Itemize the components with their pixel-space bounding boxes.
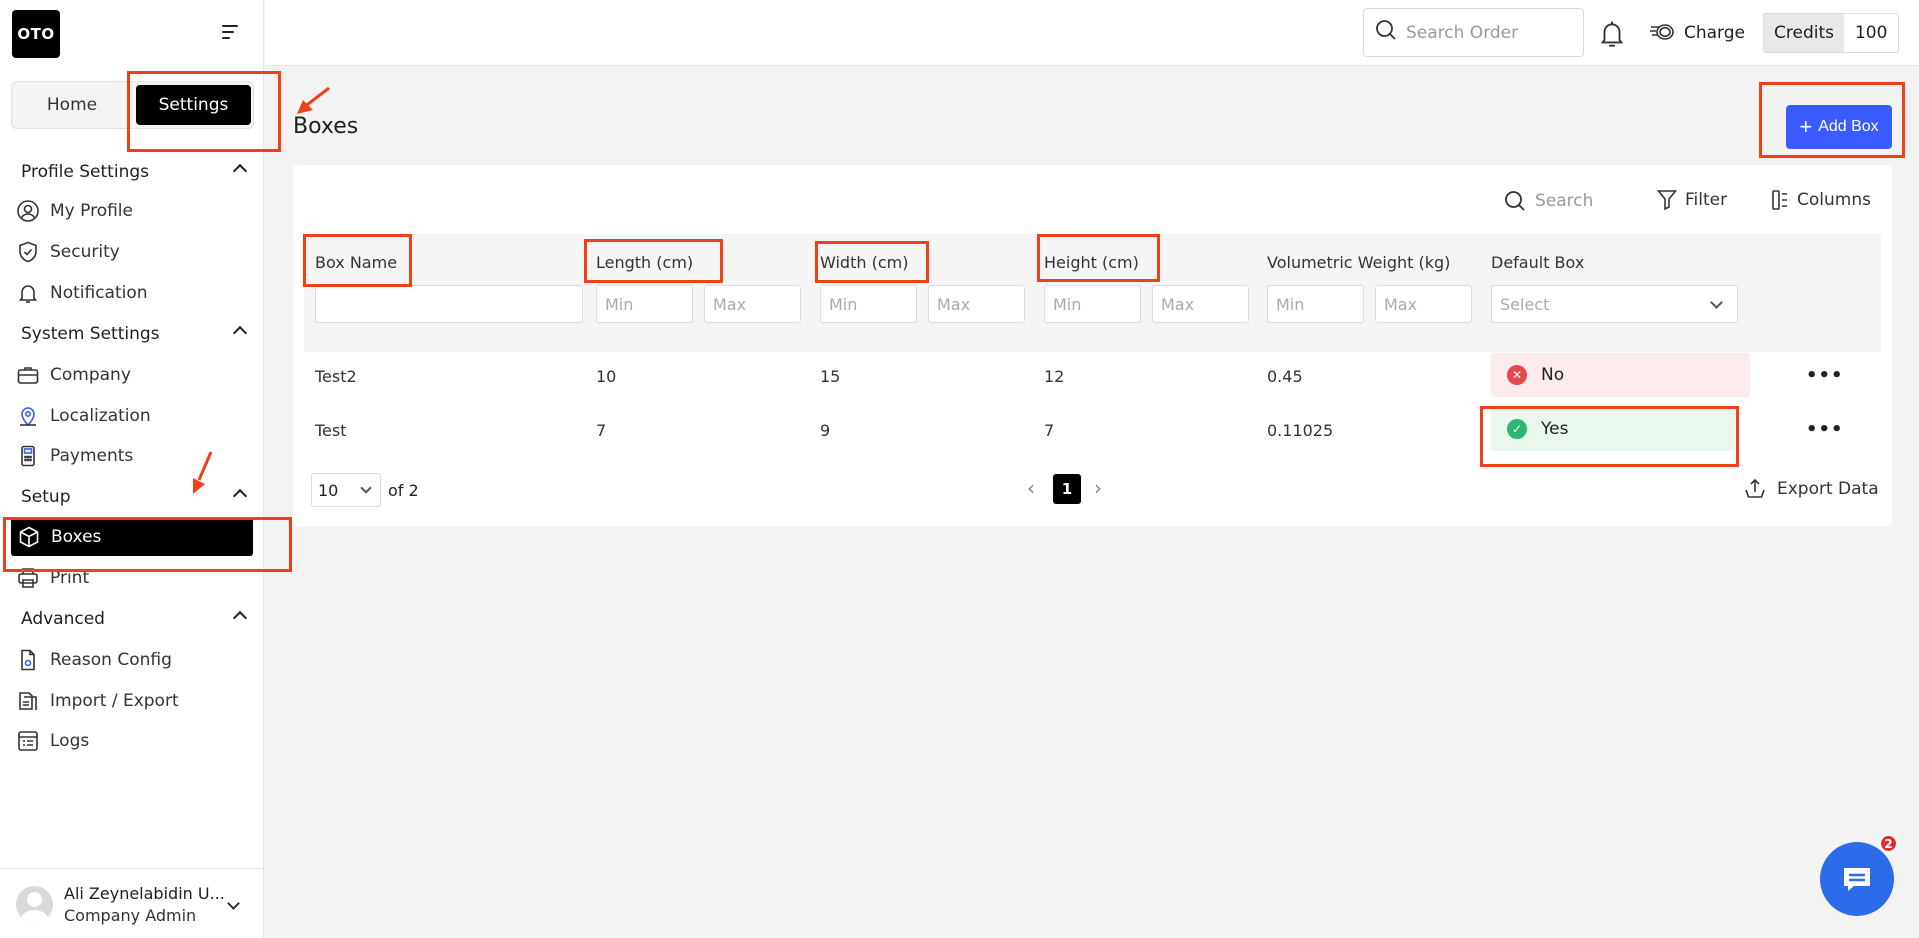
user-role: Company Admin [64,906,197,925]
home-tab[interactable]: Home [12,82,132,128]
columns-button[interactable]: Columns [1771,189,1871,211]
list-log-icon [16,729,40,753]
system-settings-heading[interactable]: System Settings [21,324,251,344]
prev-page-icon[interactable]: ‹ [1027,476,1035,500]
chevron-up-icon [232,610,248,626]
sidebar-item-payments[interactable]: Payments [10,437,254,475]
vol-weight-min-input[interactable] [1267,285,1364,323]
table-row[interactable]: Test2 10 15 12 0.45 ✕ No ••• [304,351,1881,405]
sidebar: OTO Home Settings Profile Settings My Pr… [0,0,264,938]
user-menu[interactable]: Ali Zeynelabidin U... Company Admin [0,868,264,938]
column-header-width[interactable]: Width (cm) [820,253,908,272]
avatar [16,886,53,923]
check-circle-icon: ✓ [1507,419,1527,439]
length-max-input[interactable] [704,285,801,323]
coins-icon [1648,18,1676,47]
table-search-button[interactable]: Search [1503,189,1593,213]
add-box-button[interactable]: + Add Box [1786,105,1892,149]
sidebar-item-notification[interactable]: Notification [10,274,254,312]
profile-settings-heading[interactable]: Profile Settings [21,162,251,182]
box-icon [17,525,41,549]
height-max-input[interactable] [1152,285,1249,323]
width-max-input[interactable] [928,285,1025,323]
sidebar-collapse-icon[interactable] [218,22,242,44]
sidebar-item-print[interactable]: Print [10,560,254,596]
plus-icon: + [1799,114,1813,139]
length-min-input[interactable] [596,285,693,323]
notification-bell-icon[interactable] [1598,18,1626,48]
default-status-badge: ✓ Yes [1491,407,1735,451]
table-row[interactable]: Test 7 9 7 0.11025 ✓ Yes ••• [304,405,1881,459]
search-order-box[interactable] [1363,8,1584,57]
filter-button[interactable]: Filter [1657,189,1727,211]
columns-icon [1771,189,1789,211]
advanced-heading[interactable]: Advanced [21,609,251,629]
setup-heading[interactable]: Setup [21,487,251,507]
sidebar-item-localization[interactable]: Localization [10,397,254,435]
search-icon [1374,18,1398,47]
column-header-default-box[interactable]: Default Box [1491,253,1584,272]
vol-weight-max-input[interactable] [1375,285,1472,323]
sidebar-item-my-profile[interactable]: My Profile [10,192,254,230]
chat-launcher-button[interactable] [1820,842,1894,916]
chevron-up-icon [232,325,248,341]
table-header: Box Name Length (cm) Width (cm) Height (… [304,234,1881,352]
box-name-filter-input[interactable] [315,285,583,323]
payment-terminal-icon [16,444,40,468]
next-page-icon[interactable]: › [1094,476,1102,500]
x-circle-icon: ✕ [1507,365,1527,385]
documents-swap-icon [16,689,40,713]
chevron-down-icon [1710,296,1723,309]
boxes-table-card: Search Filter Columns Box Name Length (c… [293,165,1892,526]
bell-icon [16,281,40,305]
credits-value: 100 [1843,14,1899,52]
default-box-select[interactable]: Select [1491,285,1738,323]
user-circle-icon [16,199,40,223]
row-actions-icon[interactable]: ••• [1806,419,1844,440]
credits-badge: Credits 100 [1763,13,1900,53]
chevron-down-icon [227,897,240,910]
search-icon [1503,189,1527,213]
user-name: Ali Zeynelabidin U... [64,884,225,903]
row-actions-icon[interactable]: ••• [1806,365,1844,386]
settings-tab[interactable]: Settings [136,85,251,125]
page-number-button[interactable]: 1 [1053,474,1081,504]
default-status-badge: ✕ No [1491,353,1750,397]
chevron-up-icon [232,488,248,504]
shield-check-icon [16,240,40,264]
chat-bubble-icon [1844,868,1870,891]
briefcase-icon [16,363,40,387]
pagination-size: 10 of 2 [311,473,419,507]
search-order-input[interactable] [1406,22,1576,43]
chevron-up-icon [232,163,248,179]
sidebar-item-company[interactable]: Company [10,356,254,394]
sidebar-item-logs[interactable]: Logs [10,722,254,760]
sidebar-item-reason-config[interactable]: Reason Config [10,641,254,679]
chevron-down-icon [360,482,372,494]
page-size-select[interactable]: 10 [311,473,381,507]
column-header-height[interactable]: Height (cm) [1044,253,1139,272]
column-header-volumetric-weight[interactable]: Volumetric Weight (kg) [1267,253,1450,272]
page-title: Boxes [293,114,359,139]
page-total: of 2 [388,480,419,500]
map-pin-icon [16,404,40,428]
sidebar-item-boxes[interactable]: Boxes [11,518,253,556]
sidebar-item-security[interactable]: Security [10,233,254,271]
sidebar-item-import-export[interactable]: Import / Export [10,682,254,720]
export-data-button[interactable]: Export Data [1743,477,1879,501]
width-min-input[interactable] [820,285,917,323]
export-tray-icon [1743,477,1767,501]
document-gear-icon [16,648,40,672]
oto-logo[interactable]: OTO [12,10,60,58]
charge-button[interactable]: Charge [1648,18,1745,47]
filter-icon [1657,189,1677,211]
home-settings-switch: Home Settings [11,81,254,129]
printer-icon [16,566,40,590]
column-header-length[interactable]: Length (cm) [596,253,693,272]
column-header-box-name[interactable]: Box Name [315,253,397,272]
chat-unread-badge: 2 [1879,834,1898,853]
annotation-arrow-icon [297,86,330,114]
height-min-input[interactable] [1044,285,1141,323]
